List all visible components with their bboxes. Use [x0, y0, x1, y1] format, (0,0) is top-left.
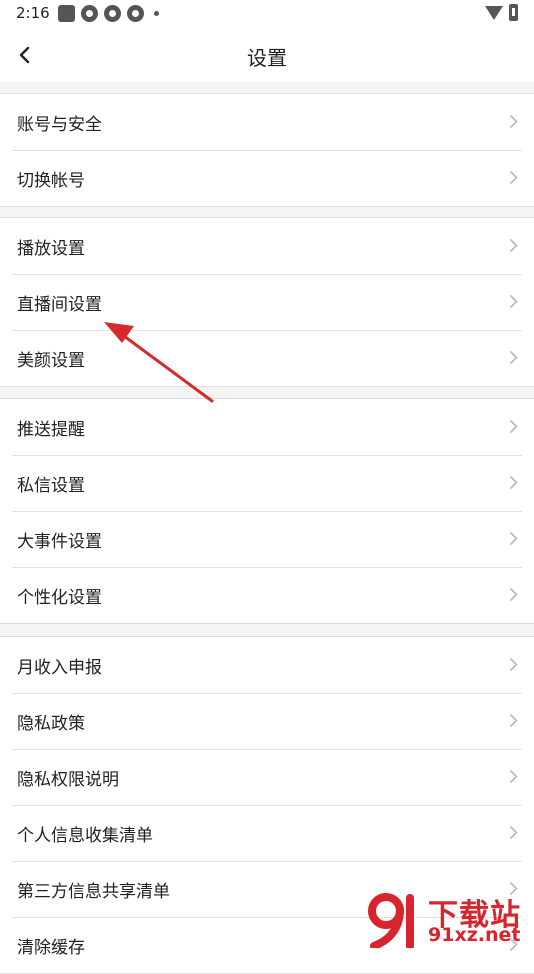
settings-item-label: 推送提醒 [17, 420, 85, 440]
settings-item-live-room[interactable]: 直播间设置 [0, 274, 534, 330]
pinwheel-icon [127, 5, 144, 22]
chevron-right-icon [509, 587, 518, 602]
pinwheel-icon [81, 5, 98, 22]
page-title: 设置 [247, 46, 287, 70]
settings-item-label: 清除缓存 [17, 938, 85, 958]
chevron-right-icon [509, 170, 518, 185]
settings-item-label: 播放设置 [17, 239, 85, 259]
battery-icon [509, 4, 518, 21]
chevron-right-icon [509, 114, 518, 129]
notification-icons [58, 5, 159, 22]
watermark-logo-icon [368, 893, 414, 948]
settings-item-label: 账号与安全 [17, 115, 102, 135]
wifi-icon [485, 5, 503, 20]
settings-group-notifications: 推送提醒 私信设置 大事件设置 个性化设置 [0, 398, 534, 624]
chevron-right-icon [509, 713, 518, 728]
chevron-right-icon [509, 419, 518, 434]
settings-item-label: 切换帐号 [17, 171, 85, 191]
chevron-right-icon [509, 825, 518, 840]
settings-item-label: 第三方信息共享清单 [17, 882, 170, 902]
settings-group-playback: 播放设置 直播间设置 美颜设置 [0, 217, 534, 387]
settings-item-info-collection[interactable]: 个人信息收集清单 [0, 805, 534, 861]
status-bar: 2:16 [0, 0, 534, 28]
settings-item-label: 隐私政策 [17, 714, 85, 734]
settings-item-personalization[interactable]: 个性化设置 [0, 567, 534, 623]
chevron-right-icon [509, 294, 518, 309]
settings-item-privacy-policy[interactable]: 隐私政策 [0, 693, 534, 749]
settings-item-private-message[interactable]: 私信设置 [0, 455, 534, 511]
chevron-right-icon [509, 350, 518, 365]
chevron-right-icon [509, 769, 518, 784]
status-time: 2:16 [16, 4, 50, 22]
chevron-right-icon [509, 238, 518, 253]
watermark: 下载站 91xz.net [364, 888, 534, 950]
app-notification-icon [58, 5, 75, 22]
more-notifications-icon [154, 11, 159, 16]
settings-group-account: 账号与安全 切换帐号 [0, 93, 534, 207]
settings-item-beauty[interactable]: 美颜设置 [0, 330, 534, 386]
settings-item-account-security[interactable]: 账号与安全 [0, 94, 534, 150]
settings-item-label: 个人信息收集清单 [17, 826, 153, 846]
settings-item-label: 个性化设置 [17, 588, 102, 608]
settings-item-label: 私信设置 [17, 476, 85, 496]
watermark-url: 91xz.net [428, 924, 521, 946]
settings-item-label: 美颜设置 [17, 351, 85, 371]
pinwheel-icon [104, 5, 121, 22]
settings-item-label: 隐私权限说明 [17, 770, 119, 790]
system-icons [485, 4, 518, 21]
settings-item-permission-info[interactable]: 隐私权限说明 [0, 749, 534, 805]
settings-item-label: 月收入申报 [17, 658, 102, 678]
settings-item-income-report[interactable]: 月收入申报 [0, 637, 534, 693]
title-bar: 设置 [0, 28, 534, 82]
chevron-right-icon [509, 475, 518, 490]
settings-item-playback[interactable]: 播放设置 [0, 218, 534, 274]
settings-item-label: 直播间设置 [17, 295, 102, 315]
settings-item-switch-account[interactable]: 切换帐号 [0, 150, 534, 206]
settings-item-push[interactable]: 推送提醒 [0, 399, 534, 455]
chevron-right-icon [509, 657, 518, 672]
settings-item-label: 大事件设置 [17, 532, 102, 552]
chevron-right-icon [509, 531, 518, 546]
settings-item-big-events[interactable]: 大事件设置 [0, 511, 534, 567]
